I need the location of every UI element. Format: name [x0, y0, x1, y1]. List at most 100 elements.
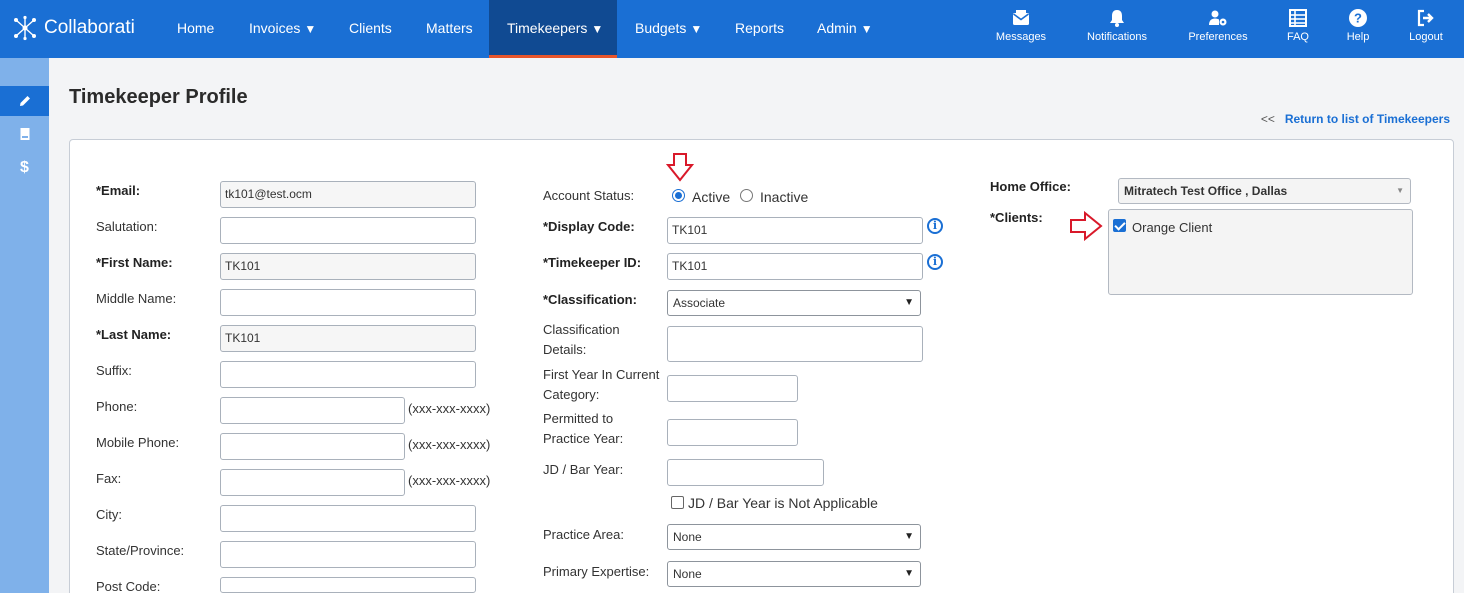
practice-area-value: None: [673, 530, 702, 544]
nav-home[interactable]: Home: [177, 0, 214, 58]
timekeeper-id-field[interactable]: TK101: [667, 253, 923, 280]
messages-label: Messages: [995, 31, 1047, 43]
permitted-year-field[interactable]: [667, 419, 798, 446]
nav-clients-label: Clients: [349, 20, 392, 36]
jd-not-applicable-checkbox[interactable]: [671, 496, 684, 509]
nav-budgets[interactable]: Budgets ▼: [635, 0, 702, 58]
nav-admin[interactable]: Admin ▼: [817, 0, 873, 58]
preferences-button[interactable]: Preferences: [1178, 8, 1258, 43]
return-to-list-link[interactable]: << Return to list of Timekeepers: [1261, 112, 1450, 126]
nav-invoices[interactable]: Invoices ▼: [249, 0, 316, 58]
sidebar-edit-button[interactable]: [0, 86, 49, 116]
email-label: *Email:: [96, 183, 141, 198]
timekeeper-id-label: *Timekeeper ID:: [543, 255, 642, 270]
permitted-year-label: Permitted to Practice Year:: [543, 411, 624, 446]
classification-select[interactable]: Associate ▼: [667, 290, 921, 316]
document-icon: [20, 128, 29, 140]
jd-bar-year-label: JD / Bar Year:: [543, 462, 624, 477]
sidebar-billing-button[interactable]: $: [0, 153, 49, 183]
primary-expertise-value: None: [673, 567, 702, 581]
chevron-down-icon: ▼: [591, 22, 604, 36]
last-name-label: *Last Name:: [96, 327, 172, 342]
chevron-down-icon: ▼: [904, 531, 914, 542]
timekeeper-id-info-icon[interactable]: i: [927, 254, 943, 270]
classification-details-label: Classification Details:: [543, 322, 620, 357]
jd-bar-year-field[interactable]: [667, 459, 824, 486]
fax-field[interactable]: [220, 469, 405, 496]
collaborati-logo-icon: [14, 15, 36, 41]
display-code-info-icon[interactable]: i: [927, 218, 943, 234]
nav-clients[interactable]: Clients: [349, 0, 392, 58]
city-field[interactable]: [220, 505, 476, 532]
status-active-label: Active: [692, 189, 731, 205]
return-link-label: Return to list of Timekeepers: [1284, 112, 1450, 126]
phone-format-hint: (xxx-xxx-xxxx): [408, 401, 491, 416]
logout-button[interactable]: Logout: [1386, 8, 1464, 43]
chevron-down-icon: ▼: [860, 22, 873, 36]
practice-area-label: Practice Area:: [543, 527, 624, 542]
nav-home-label: Home: [177, 20, 215, 36]
annotation-arrow-down-icon: [666, 153, 694, 182]
jd-not-applicable-label: JD / Bar Year is Not Applicable: [688, 495, 878, 511]
phone-field[interactable]: [220, 397, 405, 424]
orange-client-label: Orange Client: [1132, 220, 1213, 235]
messages-button[interactable]: Messages: [981, 8, 1061, 43]
suffix-field[interactable]: [220, 361, 476, 388]
primary-expertise-select[interactable]: None ▼: [667, 561, 921, 587]
nav-budgets-label: Budgets: [635, 20, 687, 36]
salutation-field[interactable]: [220, 217, 476, 244]
status-inactive-label: Inactive: [760, 189, 809, 205]
nav-matters[interactable]: Matters: [426, 0, 473, 58]
home-office-label: Home Office:: [990, 179, 1071, 194]
double-chevron-left-icon: <<: [1260, 112, 1275, 126]
orange-client-checkbox[interactable]: [1113, 219, 1126, 232]
suffix-label: Suffix:: [96, 363, 132, 378]
mobile-phone-label: Mobile Phone:: [96, 435, 180, 450]
account-status-label: Account Status:: [543, 188, 635, 203]
nav-admin-label: Admin: [817, 20, 857, 36]
fax-label: Fax:: [96, 471, 122, 486]
practice-area-select[interactable]: None ▼: [667, 524, 921, 550]
display-code-field[interactable]: TK101: [667, 217, 923, 244]
sidebar: $: [0, 58, 49, 593]
page-title: Timekeeper Profile: [69, 86, 248, 108]
annotation-arrow-right-icon: [1070, 211, 1103, 241]
email-field[interactable]: tk101@test.ocm: [220, 181, 476, 208]
classification-details-textarea[interactable]: [667, 326, 923, 362]
post-code-label: Post Code:: [96, 579, 161, 593]
first-name-field[interactable]: TK101: [220, 253, 476, 280]
preferences-label: Preferences: [1188, 31, 1248, 43]
pencil-icon: [19, 96, 30, 106]
svg-text:?: ?: [1354, 11, 1362, 26]
middle-name-field[interactable]: [220, 289, 476, 316]
nav-reports[interactable]: Reports: [735, 0, 784, 58]
bell-icon: [1110, 10, 1124, 27]
primary-expertise-label: Primary Expertise:: [543, 564, 650, 579]
status-active-radio[interactable]: [672, 189, 685, 202]
table-list-icon: [1289, 9, 1307, 27]
post-code-field[interactable]: [220, 577, 476, 593]
chevron-down-icon: ▼: [1396, 186, 1404, 195]
app-logo[interactable]: Collaborati: [12, 14, 135, 42]
logout-icon: [1417, 9, 1434, 27]
state-field[interactable]: [220, 541, 476, 568]
nav-timekeepers[interactable]: Timekeepers ▼: [489, 0, 617, 58]
display-code-label: *Display Code:: [543, 219, 635, 234]
clients-label: *Clients:: [990, 210, 1043, 225]
notifications-button[interactable]: Notifications: [1077, 8, 1157, 43]
salutation-label: Salutation:: [96, 219, 158, 234]
mobile-format-hint: (xxx-xxx-xxxx): [408, 437, 491, 452]
sidebar-document-button[interactable]: [0, 119, 49, 149]
top-navigation-bar: Collaborati Home Invoices ▼ Clients Matte…: [0, 0, 1464, 58]
classification-label: *Classification:: [543, 292, 637, 307]
mobile-phone-field[interactable]: [220, 433, 405, 460]
user-gear-icon: [1209, 10, 1227, 26]
logout-label: Logout: [1409, 31, 1443, 43]
first-name-label: *First Name:: [96, 255, 173, 270]
city-label: City:: [96, 507, 122, 522]
first-year-field[interactable]: [667, 375, 798, 402]
home-office-select[interactable]: Mitratech Test Office , Dallas ▼: [1118, 178, 1411, 204]
status-inactive-radio[interactable]: [740, 189, 753, 202]
chevron-down-icon: ▼: [690, 22, 703, 36]
last-name-field[interactable]: TK101: [220, 325, 476, 352]
